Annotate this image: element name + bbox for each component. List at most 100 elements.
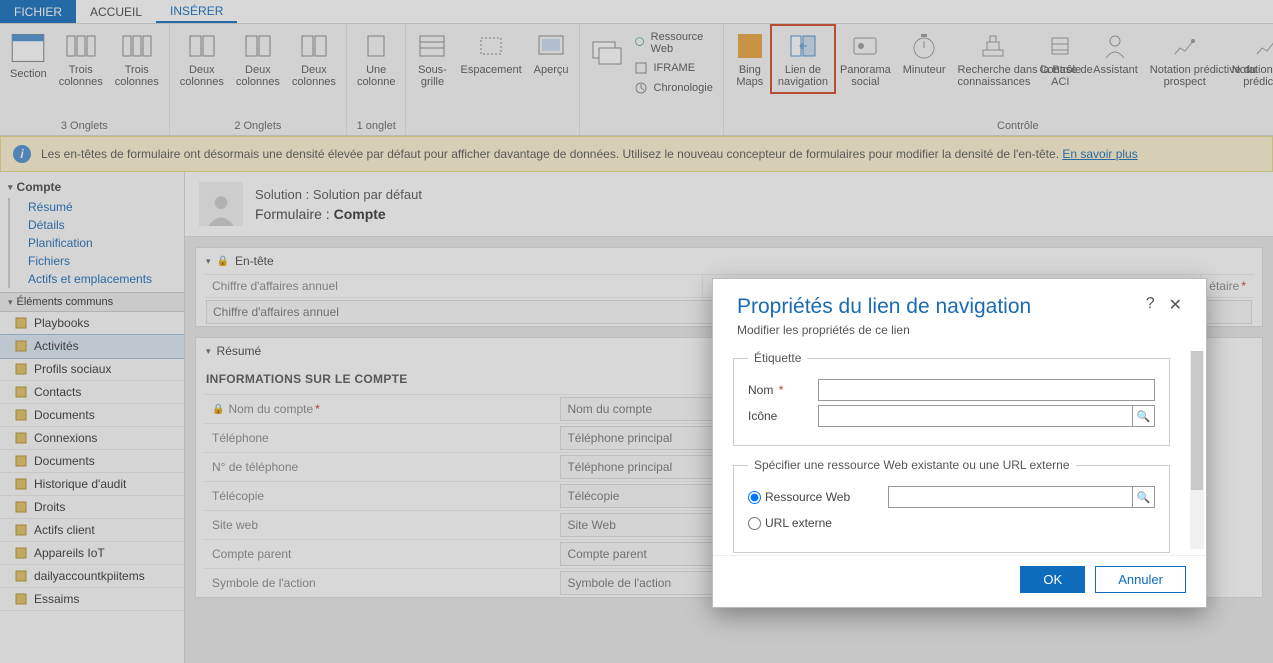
side-link-0[interactable]: Résumé bbox=[8, 198, 184, 216]
fieldset-etiquette: Étiquette bbox=[748, 351, 807, 365]
avatar-icon bbox=[199, 182, 243, 226]
dialog-subtitle: Modifier les propriétés de ce lien bbox=[737, 323, 1146, 337]
navlink-dialog: Propriétés du lien de navigation Modifie… bbox=[712, 278, 1207, 608]
ribbon: Section Trois colonnes Trois colonnes 3 … bbox=[0, 24, 1273, 136]
side-item-4[interactable]: Documents bbox=[0, 404, 184, 427]
tab-bar: FICHIER ACCUEIL INSÉRER bbox=[0, 0, 1273, 24]
tab-home[interactable]: ACCUEIL bbox=[76, 0, 156, 23]
field-label-3: Télécopie bbox=[204, 482, 558, 510]
input-webresource[interactable] bbox=[888, 486, 1133, 508]
ribbon-2col-c[interactable]: Deux colonnes bbox=[286, 26, 342, 92]
input-icone[interactable] bbox=[818, 405, 1133, 427]
ribbon-3col-a[interactable]: Trois colonnes bbox=[53, 26, 109, 92]
fieldset-spec: Spécifier une ressource Web existante ou… bbox=[748, 458, 1076, 472]
ribbon-2col-a[interactable]: Deux colonnes bbox=[174, 26, 230, 92]
side-item-1[interactable]: Activités bbox=[0, 335, 184, 358]
ok-button[interactable]: OK bbox=[1020, 566, 1085, 593]
ribbon-assistant[interactable]: Assistant bbox=[1087, 26, 1144, 80]
ribbon-timer[interactable]: Minuteur bbox=[897, 26, 952, 80]
side-item-9[interactable]: Actifs client bbox=[0, 519, 184, 542]
ribbon-bingmaps[interactable]: Bing Maps bbox=[728, 26, 772, 92]
ribbon-navlink[interactable]: Lien de navigation bbox=[772, 26, 834, 92]
side-item-5[interactable]: Connexions bbox=[0, 427, 184, 450]
field-ca-label: Chiffre d'affaires annuel bbox=[204, 275, 702, 297]
lock-icon: 🔒 bbox=[217, 256, 229, 267]
side-link-1[interactable]: Détails bbox=[8, 216, 184, 234]
form-name: Compte bbox=[334, 206, 386, 222]
field-ca-input[interactable] bbox=[206, 300, 727, 324]
field-owner-label: étaire* bbox=[1200, 275, 1254, 297]
field-label-5: Compte parent bbox=[204, 540, 558, 568]
ribbon-webres-big[interactable] bbox=[584, 26, 628, 74]
ribbon-preview[interactable]: Aperçu bbox=[528, 26, 575, 80]
grp-label-3tabs: 3 Onglets bbox=[4, 117, 165, 135]
ribbon-spacer[interactable]: Espacement bbox=[454, 26, 527, 80]
ribbon-1col[interactable]: Une colonne bbox=[351, 26, 402, 92]
side-item-0[interactable]: Playbooks bbox=[0, 312, 184, 335]
ribbon-lead-score[interactable]: Notation prédictive du prospect bbox=[1144, 26, 1226, 92]
dialog-scrollbar[interactable] bbox=[1190, 351, 1204, 549]
entity-icon bbox=[14, 592, 28, 606]
dialog-title: Propriétés du lien de navigation bbox=[737, 295, 1146, 319]
ribbon-webresource[interactable]: Ressource Web bbox=[632, 28, 715, 58]
side-item-3[interactable]: Contacts bbox=[0, 381, 184, 404]
header-section[interactable]: 🔒En-tête bbox=[196, 248, 1262, 274]
ribbon-3col-b[interactable]: Trois colonnes bbox=[109, 26, 165, 92]
cancel-button[interactable]: Annuler bbox=[1095, 566, 1186, 593]
grp-label-1tab: 1 onglet bbox=[351, 117, 402, 135]
side-item-7[interactable]: Historique d'audit bbox=[0, 473, 184, 496]
side-item-8[interactable]: Droits bbox=[0, 496, 184, 519]
entity-icon bbox=[14, 477, 28, 491]
grp-label-2tabs: 2 Onglets bbox=[174, 117, 342, 135]
ribbon-2col-b[interactable]: Deux colonnes bbox=[230, 26, 286, 92]
entity-icon bbox=[14, 454, 28, 468]
side-link-4[interactable]: Actifs et emplacements bbox=[8, 270, 184, 288]
entity-icon bbox=[14, 339, 28, 353]
solution-label: Solution : Solution par défaut bbox=[255, 187, 422, 202]
lookup-icone[interactable]: 🔍 bbox=[1133, 405, 1155, 427]
ribbon-section[interactable]: Section bbox=[4, 26, 53, 84]
input-nom[interactable] bbox=[818, 379, 1155, 401]
entity-icon bbox=[14, 569, 28, 583]
tab-file[interactable]: FICHIER bbox=[0, 0, 76, 23]
ribbon-panorama[interactable]: Panorama social bbox=[834, 26, 897, 92]
side-item-10[interactable]: Appareils IoT bbox=[0, 542, 184, 565]
ribbon-kb[interactable]: Recherche dans la Base de connaissances bbox=[952, 26, 1034, 92]
side-item-2[interactable]: Profils sociaux bbox=[0, 358, 184, 381]
entity-icon bbox=[14, 546, 28, 560]
ribbon-iframe[interactable]: IFRAME bbox=[632, 58, 715, 78]
label-icone: Icône bbox=[748, 409, 818, 423]
field-label-1: Téléphone bbox=[204, 424, 558, 452]
field-label-4: Site web bbox=[204, 511, 558, 539]
entity-icon bbox=[14, 362, 28, 376]
info-bar: i Les en-têtes de formulaire ont désorma… bbox=[0, 136, 1273, 172]
info-link[interactable]: En savoir plus bbox=[1062, 147, 1137, 161]
side-link-2[interactable]: Planification bbox=[8, 234, 184, 252]
side-item-11[interactable]: dailyaccountkpiitems bbox=[0, 565, 184, 588]
ribbon-aci[interactable]: Contrôle ACI bbox=[1034, 26, 1088, 92]
side-link-3[interactable]: Fichiers bbox=[8, 252, 184, 270]
field-label-0: 🔒Nom du compte * bbox=[204, 395, 558, 423]
lookup-webresource[interactable]: 🔍 bbox=[1133, 486, 1155, 508]
ribbon-opp-score[interactable]: Notation d'opportunité prédictive bbox=[1226, 26, 1273, 92]
entity-icon bbox=[14, 408, 28, 422]
label-nom: Nom * bbox=[748, 383, 818, 397]
entity-icon bbox=[14, 316, 28, 330]
field-label-6: Symbole de l'action bbox=[204, 569, 558, 597]
ribbon-subgrid[interactable]: Sous-grille bbox=[410, 26, 454, 92]
close-icon[interactable]: ✕ bbox=[1169, 295, 1182, 315]
entity-icon bbox=[14, 431, 28, 445]
side-item-6[interactable]: Documents bbox=[0, 450, 184, 473]
side-title-compte[interactable]: Compte bbox=[0, 176, 184, 198]
tab-insert[interactable]: INSÉRER bbox=[156, 0, 237, 23]
sidebar: Compte RésuméDétailsPlanificationFichier… bbox=[0, 172, 185, 663]
radio-url[interactable]: URL externe bbox=[748, 516, 888, 530]
ribbon-timeline[interactable]: Chronologie bbox=[632, 78, 715, 98]
radio-webresource[interactable]: Ressource Web bbox=[748, 490, 888, 504]
entity-icon bbox=[14, 385, 28, 399]
entity-icon bbox=[14, 523, 28, 537]
field-label-2: N° de téléphone bbox=[204, 453, 558, 481]
side-common-header[interactable]: Éléments communs bbox=[0, 292, 184, 312]
side-item-12[interactable]: Essaims bbox=[0, 588, 184, 611]
help-icon[interactable]: ? bbox=[1146, 295, 1155, 315]
